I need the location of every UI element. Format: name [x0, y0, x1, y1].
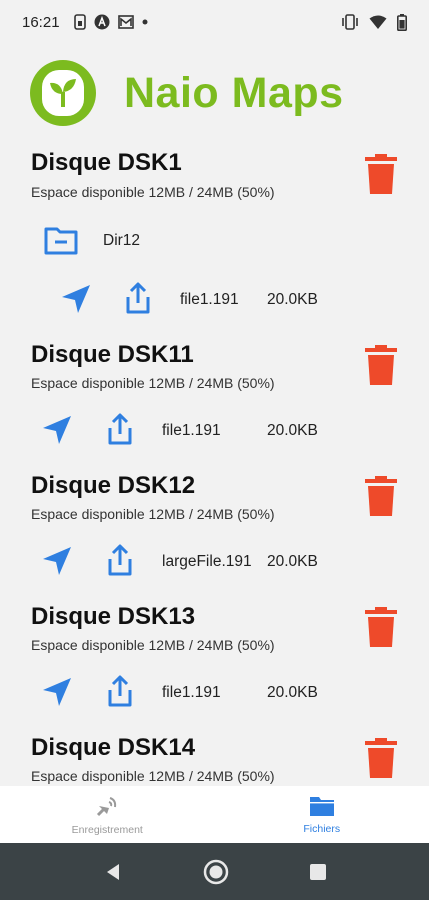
disk-space: Espace disponible 12MB / 24MB (50%) [31, 184, 275, 200]
delete-disk-icon[interactable] [364, 476, 398, 516]
disk-title: Disque DSK1 [31, 149, 182, 176]
recents-icon[interactable] [309, 863, 327, 881]
delete-disk-icon[interactable] [364, 738, 398, 778]
file-size: 20.0KB [267, 291, 318, 308]
disk-space: Espace disponible 12MB / 24MB (50%) [31, 375, 275, 391]
home-icon[interactable] [203, 859, 229, 885]
disk-title: Disque DSK11 [31, 341, 194, 368]
back-icon[interactable] [103, 862, 123, 882]
file-size: 20.0KB [267, 684, 318, 701]
send-icon[interactable] [59, 282, 93, 316]
file-size: 20.0KB [267, 553, 318, 570]
sim-icon [73, 14, 86, 30]
disk-space: Espace disponible 12MB / 24MB (50%) [31, 506, 275, 522]
naio-logo-icon [30, 60, 96, 126]
share-icon[interactable] [103, 674, 137, 708]
vibrate-icon [342, 14, 358, 30]
disk-space: Espace disponible 12MB / 24MB (50%) [31, 637, 275, 653]
dir-name[interactable]: Dir12 [103, 232, 140, 250]
app-title: Naio Maps [124, 68, 344, 117]
nav-files-label: Fichiers [303, 822, 341, 835]
battery-icon [397, 13, 407, 31]
nav-recording[interactable]: Enregistrement [0, 786, 215, 843]
nav-recording-label: Enregistrement [71, 823, 143, 836]
bottom-nav: Enregistrement Fichiers [0, 786, 429, 843]
disk-title: Disque DSK14 [31, 734, 196, 761]
share-icon[interactable] [103, 412, 137, 446]
send-icon[interactable] [40, 675, 74, 709]
file-name: file1.191 [162, 684, 221, 701]
share-icon[interactable] [103, 543, 137, 577]
disk-title: Disque DSK13 [31, 603, 196, 630]
delete-disk-icon[interactable] [364, 607, 398, 647]
file-name: file1.191 [162, 422, 221, 439]
disk-list[interactable]: Disque DSK1 Espace disponible 12MB / 24M… [0, 140, 429, 786]
system-icons [341, 13, 407, 31]
wifi-icon [369, 15, 387, 29]
delete-disk-icon[interactable] [364, 345, 398, 385]
disk-title: Disque DSK12 [31, 472, 196, 499]
dot-icon [142, 19, 148, 25]
delete-disk-icon[interactable] [364, 154, 398, 194]
file-size: 20.0KB [267, 422, 318, 439]
file-name: file1.191 [180, 291, 239, 308]
send-icon[interactable] [40, 413, 74, 447]
clock: 16:21 [22, 13, 60, 31]
app-header: Naio Maps [28, 58, 344, 128]
antenna-signal-icon [97, 796, 117, 816]
folder-filled-icon [309, 796, 334, 816]
folder-icon[interactable] [44, 223, 78, 257]
notification-icons [73, 14, 148, 30]
a-badge-icon [94, 14, 110, 30]
system-nav-bar [0, 843, 429, 900]
share-icon[interactable] [121, 281, 155, 315]
file-name: largeFile.191 [162, 553, 252, 570]
mail-icon [117, 15, 134, 29]
disk-space: Espace disponible 12MB / 24MB (50%) [31, 768, 275, 784]
send-icon[interactable] [40, 544, 74, 578]
status-bar: 16:21 [0, 0, 429, 44]
nav-files[interactable]: Fichiers [215, 786, 429, 843]
